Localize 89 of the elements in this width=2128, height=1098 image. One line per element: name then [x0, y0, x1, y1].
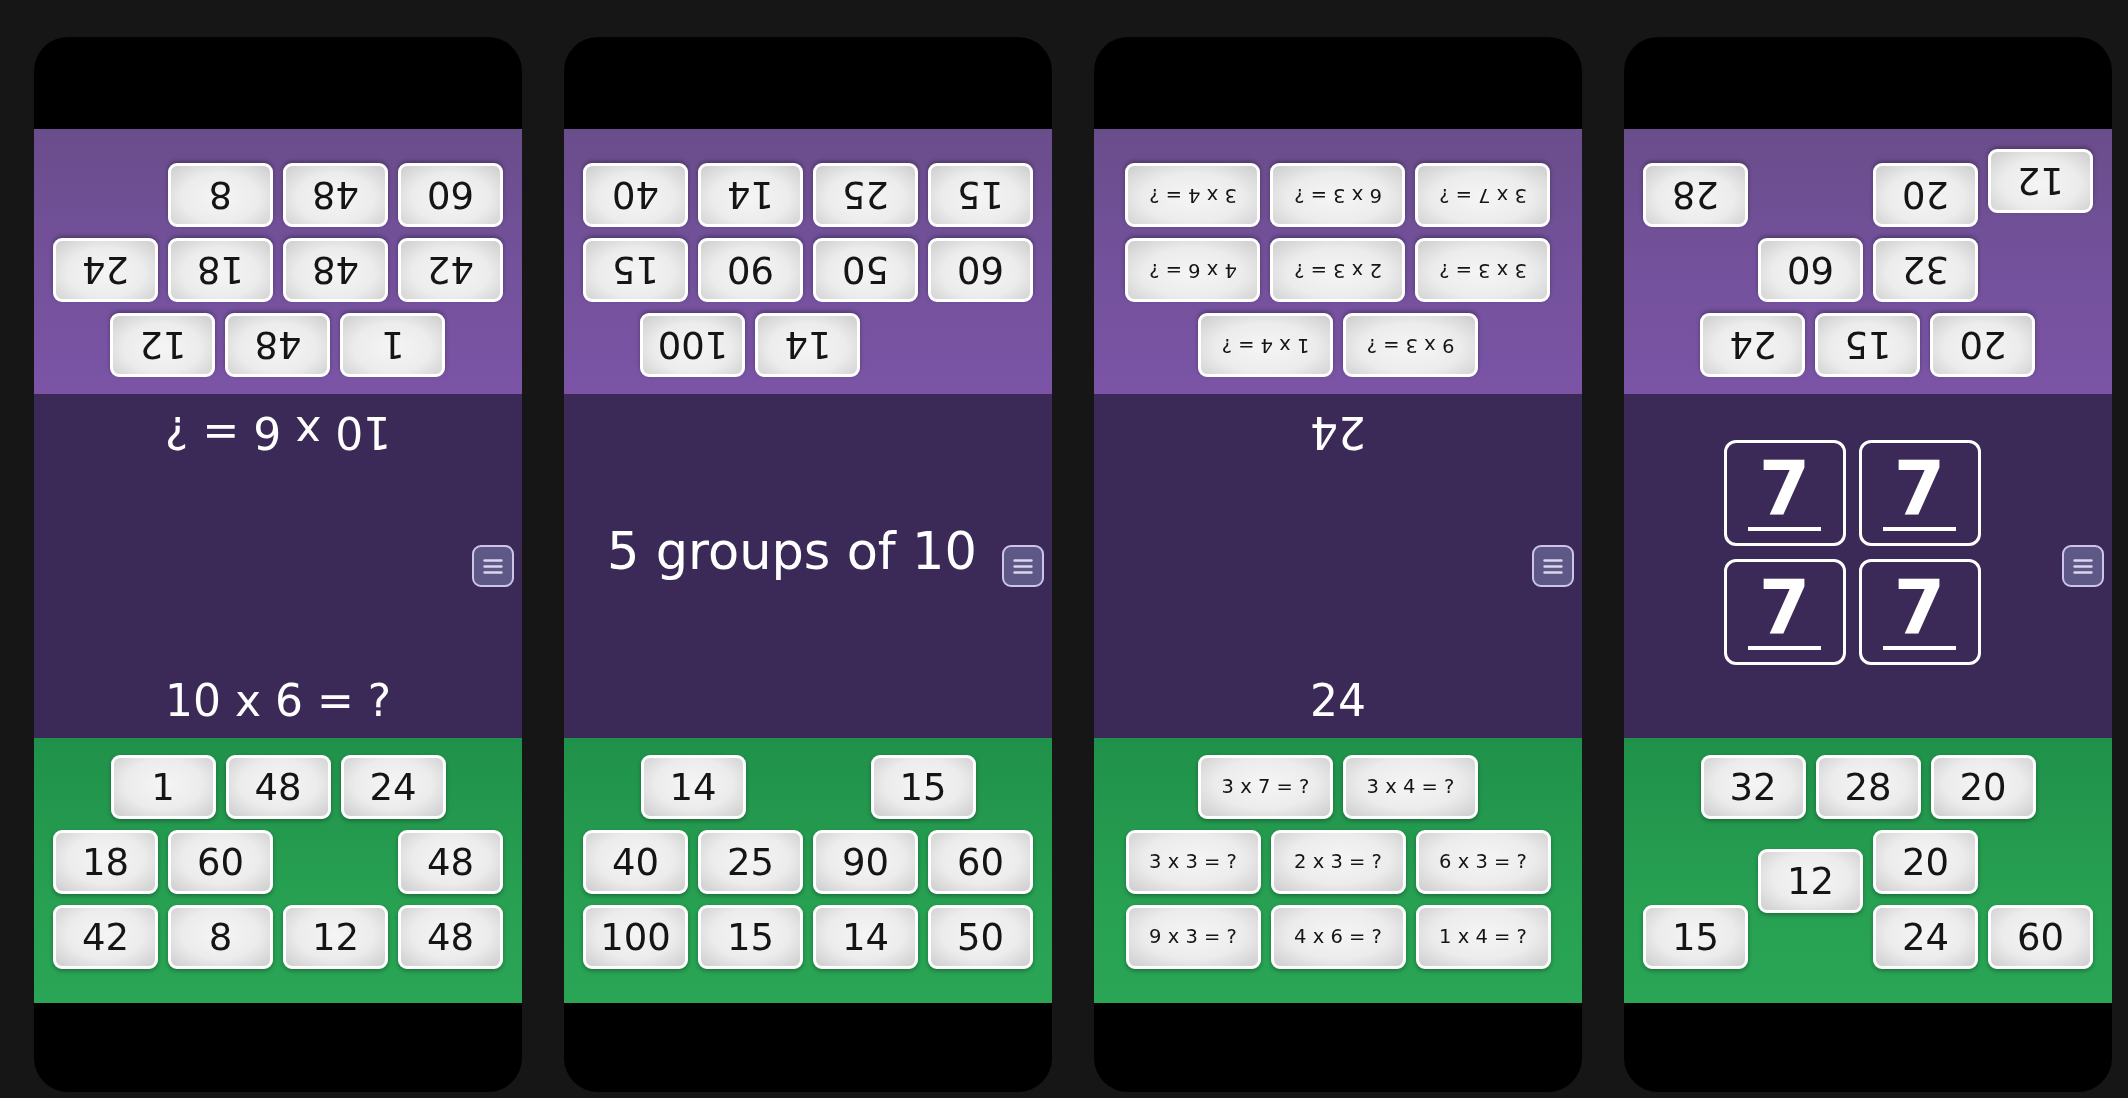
answer-tile[interactable]: 18	[53, 830, 158, 894]
answer-tile[interactable]: 14	[813, 905, 918, 969]
menu-icon	[483, 558, 503, 574]
answer-tile[interactable]: 24	[340, 755, 446, 819]
answer-tile[interactable]: 9 x 3 = ?	[1343, 313, 1478, 377]
answer-tile[interactable]: 15	[870, 755, 976, 819]
answer-tile[interactable]: 20	[1873, 163, 1978, 227]
answer-tile[interactable]: 50	[813, 238, 918, 302]
answer-tile[interactable]: 9 x 3 = ?	[1125, 905, 1261, 969]
answer-tile[interactable]: 42	[398, 238, 503, 302]
answer-tile[interactable]: 48	[283, 238, 388, 302]
menu-button[interactable]	[2062, 545, 2104, 587]
menu-button[interactable]	[1532, 545, 1574, 587]
answer-tile[interactable]: 24	[53, 238, 158, 302]
answer-tile[interactable]: 60	[928, 238, 1033, 302]
question-text: 24	[1310, 408, 1366, 457]
answer-tile[interactable]: 3 x 7 = ?	[1198, 755, 1333, 819]
answer-tile[interactable]: 60	[1758, 238, 1863, 302]
menu-button[interactable]	[1002, 545, 1044, 587]
answer-tile[interactable]: 60	[1988, 905, 2093, 969]
answer-tile[interactable]: 1	[110, 755, 216, 819]
answer-tile[interactable]: 24	[1700, 313, 1806, 377]
answer-tile[interactable]: 25	[698, 830, 803, 894]
answer-tile[interactable]: 3 x 3 = ?	[1125, 830, 1261, 894]
answer-tile[interactable]: 14	[698, 163, 803, 227]
answer-tile[interactable]: 4 x 6 = ?	[1270, 905, 1406, 969]
answer-tile[interactable]: 15	[928, 163, 1033, 227]
answer-tile[interactable]: 32	[1700, 755, 1806, 819]
answer-tile[interactable]: 2 x 3 = ?	[1270, 830, 1406, 894]
number-card: 7	[1723, 558, 1846, 665]
answer-tile[interactable]: 32	[1873, 238, 1978, 302]
answer-tile[interactable]: 3 x 4 = ?	[1125, 163, 1261, 227]
answer-tile[interactable]: 1 x 4 = ?	[1198, 313, 1333, 377]
question-text: 24	[1310, 676, 1366, 725]
number-card: 7	[1858, 439, 1981, 546]
answer-tile[interactable]: 1	[340, 313, 446, 377]
answer-tile[interactable]: 20	[1930, 755, 2036, 819]
answer-tile[interactable]: 12	[110, 313, 216, 377]
number-card: 7	[1723, 439, 1846, 546]
answer-tile[interactable]: 14	[640, 755, 746, 819]
answer-tile[interactable]: 8	[168, 905, 273, 969]
answer-tile[interactable]: 15	[1643, 905, 1748, 969]
answer-tile[interactable]: 40	[583, 163, 688, 227]
answer-tile[interactable]: 48	[398, 905, 503, 969]
answer-tile[interactable]: 6 x 3 = ?	[1270, 163, 1406, 227]
answer-tile[interactable]: 48	[225, 313, 331, 377]
answer-tile[interactable]: 25	[813, 163, 918, 227]
answer-tile[interactable]: 6 x 3 = ?	[1415, 830, 1551, 894]
menu-icon	[1013, 558, 1033, 574]
answer-tile[interactable]: 48	[283, 163, 388, 227]
answer-tile[interactable]: 12	[283, 905, 388, 969]
answer-tile[interactable]: 100	[583, 905, 688, 969]
question-text: 10 x 6 = ?	[164, 676, 392, 725]
answer-tile[interactable]: 40	[583, 830, 688, 894]
answer-tile[interactable]: 18	[168, 238, 273, 302]
answer-tile[interactable]: 3 x 3 = ?	[1415, 238, 1551, 302]
answer-tile[interactable]: 8	[168, 163, 273, 227]
answer-tile[interactable]: 12	[1758, 849, 1863, 913]
question-text: 10 x 6 = ?	[164, 408, 392, 457]
answer-tile[interactable]: 50	[928, 905, 1033, 969]
answer-tile[interactable]: 48	[398, 830, 503, 894]
answer-tile[interactable]: 15	[698, 905, 803, 969]
menu-icon	[1543, 558, 1563, 574]
question-text: 5 groups of 10	[607, 523, 977, 581]
answer-tile[interactable]: 60	[398, 163, 503, 227]
answer-tile[interactable]: 100	[640, 313, 746, 377]
answer-tile[interactable]: 12	[1988, 149, 2093, 213]
answer-tile[interactable]: 90	[813, 830, 918, 894]
answer-tile[interactable]: 48	[225, 755, 331, 819]
answer-tile[interactable]: 60	[168, 830, 273, 894]
answer-tile[interactable]: 4 x 6 = ?	[1125, 238, 1261, 302]
answer-tile[interactable]: 60	[928, 830, 1033, 894]
answer-tile[interactable]: 3 x 4 = ?	[1343, 755, 1478, 819]
answer-tile[interactable]: 2 x 3 = ?	[1270, 238, 1406, 302]
answer-tile[interactable]: 24	[1873, 905, 1978, 969]
answer-tile[interactable]: 28	[1815, 755, 1921, 819]
answer-tile[interactable]: 42	[53, 905, 158, 969]
answer-tile[interactable]: 1 x 4 = ?	[1415, 905, 1551, 969]
menu-button[interactable]	[472, 545, 514, 587]
number-card: 7	[1858, 558, 1981, 665]
answer-tile[interactable]: 20	[1930, 313, 2036, 377]
answer-tile[interactable]: 15	[1815, 313, 1921, 377]
answer-tile[interactable]: 28	[1643, 163, 1748, 227]
answer-tile[interactable]: 14	[755, 313, 861, 377]
answer-tile[interactable]: 20	[1873, 830, 1978, 894]
menu-icon	[2073, 558, 2093, 574]
answer-tile[interactable]: 15	[583, 238, 688, 302]
answer-tile[interactable]: 90	[698, 238, 803, 302]
answer-tile[interactable]: 3 x 7 = ?	[1415, 163, 1551, 227]
